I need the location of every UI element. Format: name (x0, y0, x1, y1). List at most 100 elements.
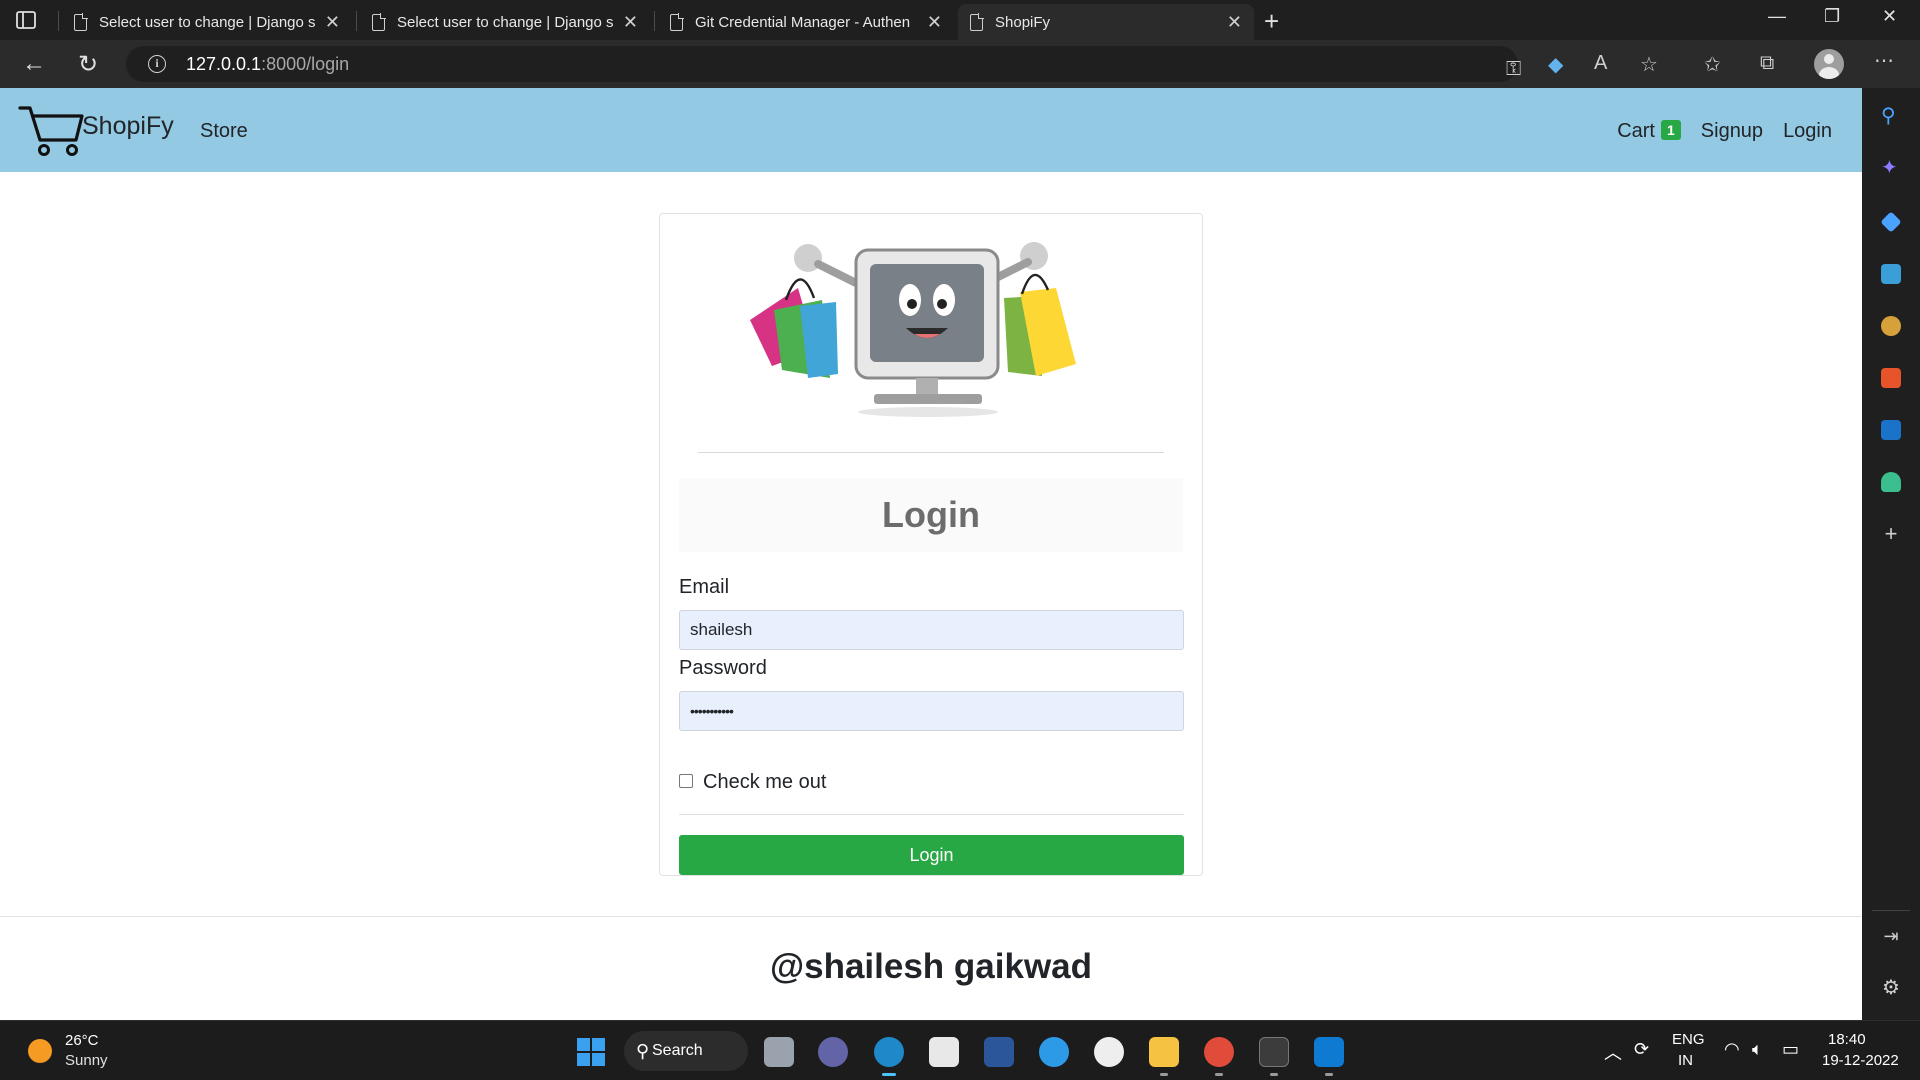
games-icon[interactable] (1881, 316, 1901, 336)
tools-icon[interactable] (1881, 264, 1901, 284)
login-submit-button[interactable]: Login (679, 835, 1184, 875)
nav-login-link[interactable]: Login (1783, 120, 1832, 143)
tab-actions-icon[interactable] (14, 8, 38, 32)
divider (698, 452, 1164, 453)
web-page: ShopiFy Store Cart 1 Signup Login Login … (0, 88, 1862, 1020)
tree-icon[interactable] (1881, 472, 1901, 492)
sync-icon[interactable]: ⟳ (1634, 1039, 1649, 1060)
cart-label: Cart (1617, 120, 1655, 142)
tab-label: Git Credential Manager - Authen (695, 13, 911, 31)
brand-name: ShopiFy (82, 112, 174, 140)
task-view-icon[interactable] (764, 1037, 794, 1067)
clock-time[interactable]: 18:40 (1828, 1031, 1866, 1048)
tab-label: Select user to change | Django si (397, 13, 613, 31)
terminal-icon[interactable] (1259, 1037, 1289, 1067)
nav-cart-link[interactable]: Cart 1 (1617, 120, 1681, 143)
file-explorer-icon[interactable] (1149, 1037, 1179, 1067)
taskbar-search-button[interactable]: ⚲ Search (624, 1031, 748, 1071)
weather-condition[interactable]: Sunny (65, 1052, 108, 1069)
check-me-out-row[interactable]: Check me out (679, 771, 826, 794)
cart-logo-icon (18, 106, 84, 156)
more-icon[interactable]: ⋯ (1874, 48, 1894, 73)
running-app-indicator (1270, 1073, 1278, 1076)
minimize-icon[interactable]: — (1768, 6, 1786, 27)
cart-count-badge: 1 (1660, 120, 1681, 140)
search-icon[interactable]: ⚲ (1881, 106, 1901, 126)
store-icon[interactable] (929, 1037, 959, 1067)
office-icon[interactable] (1881, 368, 1901, 388)
running-app-indicator (1325, 1073, 1333, 1076)
check-me-out-checkbox[interactable] (679, 773, 693, 788)
teams-icon[interactable] (818, 1037, 848, 1067)
outlook-icon[interactable] (1881, 420, 1901, 440)
tab-shopify[interactable]: ShopiFy ✕ (958, 4, 1254, 40)
read-aloud-icon[interactable]: A (1594, 52, 1607, 75)
tab-django-2[interactable]: Select user to change | Django si ✕ (360, 4, 650, 40)
weather-sun-icon[interactable] (28, 1039, 52, 1063)
new-tab-icon[interactable]: + (1264, 6, 1279, 37)
page-icon (670, 12, 684, 31)
word-icon[interactable] (984, 1037, 1014, 1067)
page-icon (970, 12, 984, 31)
nav-right-links: Cart 1 Signup Login (1617, 120, 1832, 143)
discover-icon[interactable]: ✦ (1881, 158, 1901, 178)
password-field[interactable]: ••••••••••• (679, 691, 1184, 731)
help-icon[interactable] (1039, 1037, 1069, 1067)
tab-label: ShopiFy (995, 13, 1051, 31)
tab-separator (654, 11, 655, 31)
volume-icon[interactable]: 🔈︎ (1752, 1039, 1763, 1060)
back-icon[interactable]: ← (22, 50, 46, 78)
hide-sidebar-icon[interactable]: ⇥ (1881, 926, 1901, 946)
wifi-icon[interactable]: ◠ (1724, 1039, 1740, 1060)
shopping-computer-illustration (750, 242, 1076, 417)
battery-icon[interactable]: ▭ (1782, 1039, 1799, 1060)
url-field[interactable]: i 127.0.0.1:8000/login ⚿ (126, 46, 1521, 82)
github-icon[interactable] (1094, 1037, 1124, 1067)
nav-signup-link[interactable]: Signup (1701, 120, 1763, 143)
profile-avatar[interactable] (1814, 49, 1844, 79)
add-icon[interactable]: + (1881, 523, 1901, 545)
restore-icon[interactable]: ❐ (1824, 6, 1840, 27)
vscode-icon[interactable] (1314, 1037, 1344, 1067)
edge-sidebar: ⚲ ✦ + ⇥ ⚙ (1862, 88, 1920, 1020)
chevron-up-icon[interactable]: ︿ (1604, 1039, 1622, 1065)
language-bottom[interactable]: IN (1678, 1052, 1693, 1069)
browser-tab-bar: Select user to change | Django si ✕ Sele… (0, 0, 1920, 40)
key-icon[interactable]: ⚿ (1506, 58, 1521, 81)
shopping-icon[interactable] (1880, 211, 1902, 233)
close-icon[interactable]: ✕ (325, 12, 340, 33)
site-navbar: ShopiFy Store Cart 1 Signup Login (0, 88, 1862, 172)
add-favorite-icon[interactable]: ☆ (1640, 52, 1658, 77)
email-field[interactable] (679, 610, 1184, 650)
url-text: 127.0.0.1:8000/login (186, 54, 349, 75)
nav-store-link[interactable]: Store (200, 120, 248, 143)
coupon-icon[interactable]: ◆ (1548, 52, 1563, 77)
info-icon[interactable]: i (148, 55, 166, 73)
page-icon (74, 12, 88, 31)
refresh-icon[interactable]: ↻ (78, 50, 98, 79)
close-icon[interactable]: ✕ (623, 12, 638, 33)
password-label: Password (679, 657, 767, 679)
favorites-icon[interactable]: ✩ (1704, 52, 1721, 77)
close-icon[interactable]: ✕ (927, 12, 942, 33)
close-icon[interactable]: ✕ (1227, 12, 1242, 33)
url-path: :8000/login (261, 54, 350, 74)
clock-date[interactable]: 19-12-2022 (1822, 1052, 1899, 1069)
taskbar-search-label: Search (652, 1042, 703, 1059)
page-icon (372, 12, 386, 31)
edge-icon[interactable] (874, 1037, 904, 1067)
close-window-icon[interactable]: ✕ (1882, 6, 1897, 27)
settings-icon[interactable]: ⚙ (1881, 978, 1901, 998)
tab-git-credential[interactable]: Git Credential Manager - Authen ✕ (658, 4, 954, 40)
chrome-icon[interactable] (1204, 1037, 1234, 1067)
tab-django-1[interactable]: Select user to change | Django si ✕ (62, 4, 352, 40)
brand-link[interactable]: ShopiFy (18, 102, 174, 158)
collections-icon[interactable]: ⧉ (1760, 52, 1774, 75)
language-top[interactable]: ENG (1672, 1031, 1705, 1048)
windows-taskbar: 26°C Sunny ⚲ Search ︿ ⟳ ENG IN ◠ 🔈︎ ▭ 18… (0, 1020, 1920, 1080)
weather-temperature[interactable]: 26°C (65, 1032, 99, 1049)
sidebar-divider (1872, 910, 1910, 911)
site-footer: @shailesh gaikwad (0, 916, 1862, 1020)
start-icon[interactable] (577, 1038, 605, 1066)
login-heading: Login (679, 478, 1183, 552)
